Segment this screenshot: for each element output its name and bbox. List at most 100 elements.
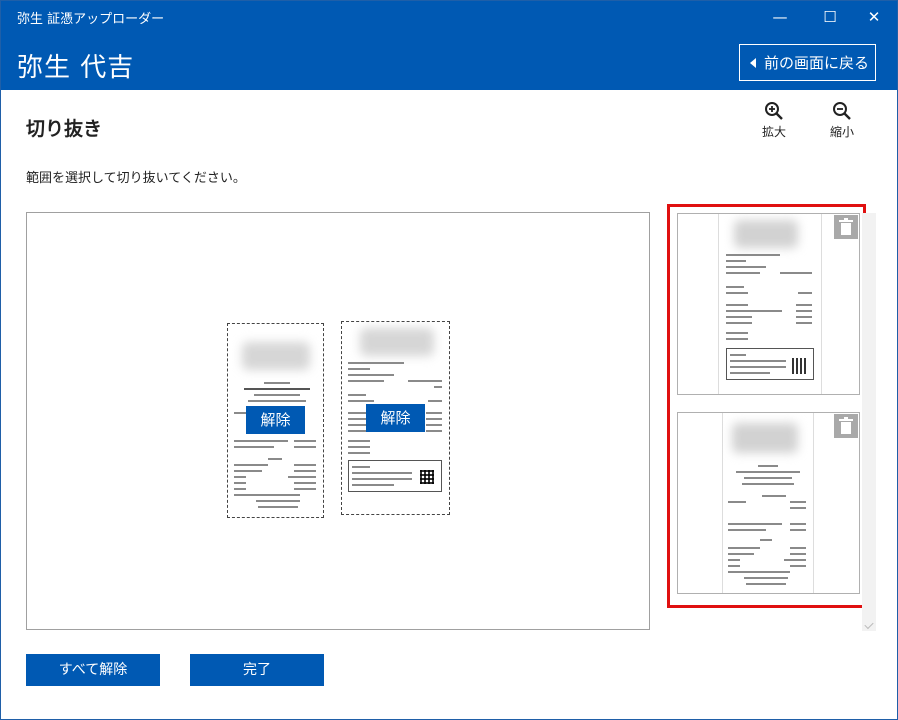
receipt-line xyxy=(254,394,300,396)
receipt-line xyxy=(426,412,442,414)
receipt-line xyxy=(796,304,812,306)
receipt-line xyxy=(796,322,812,324)
receipt-line xyxy=(258,506,298,508)
window-title: 弥生 証憑アップローダー xyxy=(17,12,165,27)
zoom-in-button[interactable]: 拡大 xyxy=(749,101,799,141)
delete-button[interactable] xyxy=(834,215,858,239)
chevron-left-icon xyxy=(750,57,756,68)
receipt-line xyxy=(234,488,246,490)
receipt-line xyxy=(758,465,778,467)
receipt-line xyxy=(234,464,268,466)
receipt-line xyxy=(784,559,806,561)
receipt-line xyxy=(762,495,786,497)
close-button[interactable]: ✕ xyxy=(851,1,897,33)
receipt-line xyxy=(348,362,404,364)
thumbnail-1[interactable] xyxy=(677,213,860,395)
receipt-line xyxy=(796,316,812,318)
receipt-line xyxy=(728,501,746,503)
receipt-line xyxy=(728,523,782,525)
receipt-line xyxy=(760,539,772,541)
zoom-in-icon xyxy=(765,102,783,120)
receipt-line xyxy=(348,380,384,382)
zoom-out-icon xyxy=(833,102,851,120)
receipt-line xyxy=(294,464,316,466)
receipt-line xyxy=(728,559,740,561)
receipt-line xyxy=(798,292,812,294)
receipt-line xyxy=(730,366,786,368)
crop-selection-2[interactable]: 解除 xyxy=(341,321,450,515)
blurred-logo xyxy=(734,220,798,248)
receipt-line xyxy=(726,338,748,340)
receipt-line xyxy=(234,440,288,442)
receipt-line xyxy=(352,478,412,480)
receipt-line xyxy=(728,529,766,531)
receipt-line xyxy=(726,316,752,318)
thumbnail-panel xyxy=(667,204,866,608)
receipt-line xyxy=(790,507,806,509)
company-name: 弥生 代吉 xyxy=(17,53,135,83)
blurred-logo xyxy=(360,328,434,356)
receipt-line xyxy=(294,440,316,442)
receipt-line xyxy=(726,322,752,324)
receipt-line xyxy=(790,547,806,549)
maximize-icon: ☐ xyxy=(823,8,837,26)
receipt-line xyxy=(790,501,806,503)
page-title: 切り抜き xyxy=(26,118,103,140)
receipt-line xyxy=(726,332,748,334)
zoom-out-button[interactable]: 縮小 xyxy=(817,101,867,141)
receipt-line xyxy=(294,488,316,490)
receipt-line xyxy=(234,476,246,478)
receipt-line xyxy=(726,310,782,312)
receipt-line xyxy=(728,547,760,549)
receipt-line xyxy=(348,394,366,396)
receipt-line xyxy=(790,529,806,531)
receipt-line xyxy=(348,400,374,402)
done-button[interactable]: 完了 xyxy=(190,654,324,686)
back-button[interactable]: 前の画面に戻る xyxy=(739,44,876,81)
crop-selection-1[interactable]: 解除 xyxy=(227,323,324,518)
trash-icon xyxy=(839,417,853,434)
receipt-line xyxy=(728,571,790,573)
receipt-line xyxy=(426,430,442,432)
receipt-line xyxy=(348,452,370,454)
receipt-line xyxy=(744,577,788,579)
crop-canvas[interactable]: 解除 解除 xyxy=(26,212,650,630)
receipt-line xyxy=(264,382,290,384)
blurred-logo xyxy=(242,342,310,370)
receipt-line xyxy=(728,565,740,567)
receipt-line xyxy=(780,272,812,274)
back-button-label: 前の画面に戻る xyxy=(764,54,870,72)
receipt-line xyxy=(244,388,310,390)
release-all-button[interactable]: すべて解除 xyxy=(26,654,160,686)
receipt-line xyxy=(426,418,442,420)
receipt-line xyxy=(730,354,746,356)
receipt-line xyxy=(248,400,306,402)
release-button[interactable]: 解除 xyxy=(246,406,305,434)
receipt-line xyxy=(256,500,300,502)
thumbnail-scrollbar[interactable] xyxy=(862,213,876,631)
receipt-line xyxy=(730,360,786,362)
maximize-button[interactable]: ☐ xyxy=(807,1,853,33)
release-button[interactable]: 解除 xyxy=(366,404,425,432)
thumbnail-2[interactable] xyxy=(677,412,860,594)
receipt-line xyxy=(726,292,748,294)
zoom-in-label: 拡大 xyxy=(761,125,786,139)
close-icon: ✕ xyxy=(867,8,881,26)
receipt-line xyxy=(726,304,748,306)
receipt-line xyxy=(426,424,442,426)
receipt-line xyxy=(726,286,744,288)
receipt-line xyxy=(726,266,766,268)
delete-button[interactable] xyxy=(834,414,858,438)
scroll-down-icon[interactable] xyxy=(864,619,874,630)
qr-code xyxy=(420,470,434,484)
receipt-line xyxy=(428,400,442,402)
receipt-line xyxy=(726,272,760,274)
receipt-line xyxy=(736,471,800,473)
app-header: 弥生 代吉 前の画面に戻る xyxy=(1,33,897,90)
trash-icon xyxy=(839,218,853,235)
receipt-line xyxy=(348,446,370,448)
blurred-logo xyxy=(732,423,798,453)
minimize-button[interactable]: — xyxy=(757,1,803,33)
receipt-line xyxy=(348,374,394,376)
receipt-line xyxy=(726,260,746,262)
